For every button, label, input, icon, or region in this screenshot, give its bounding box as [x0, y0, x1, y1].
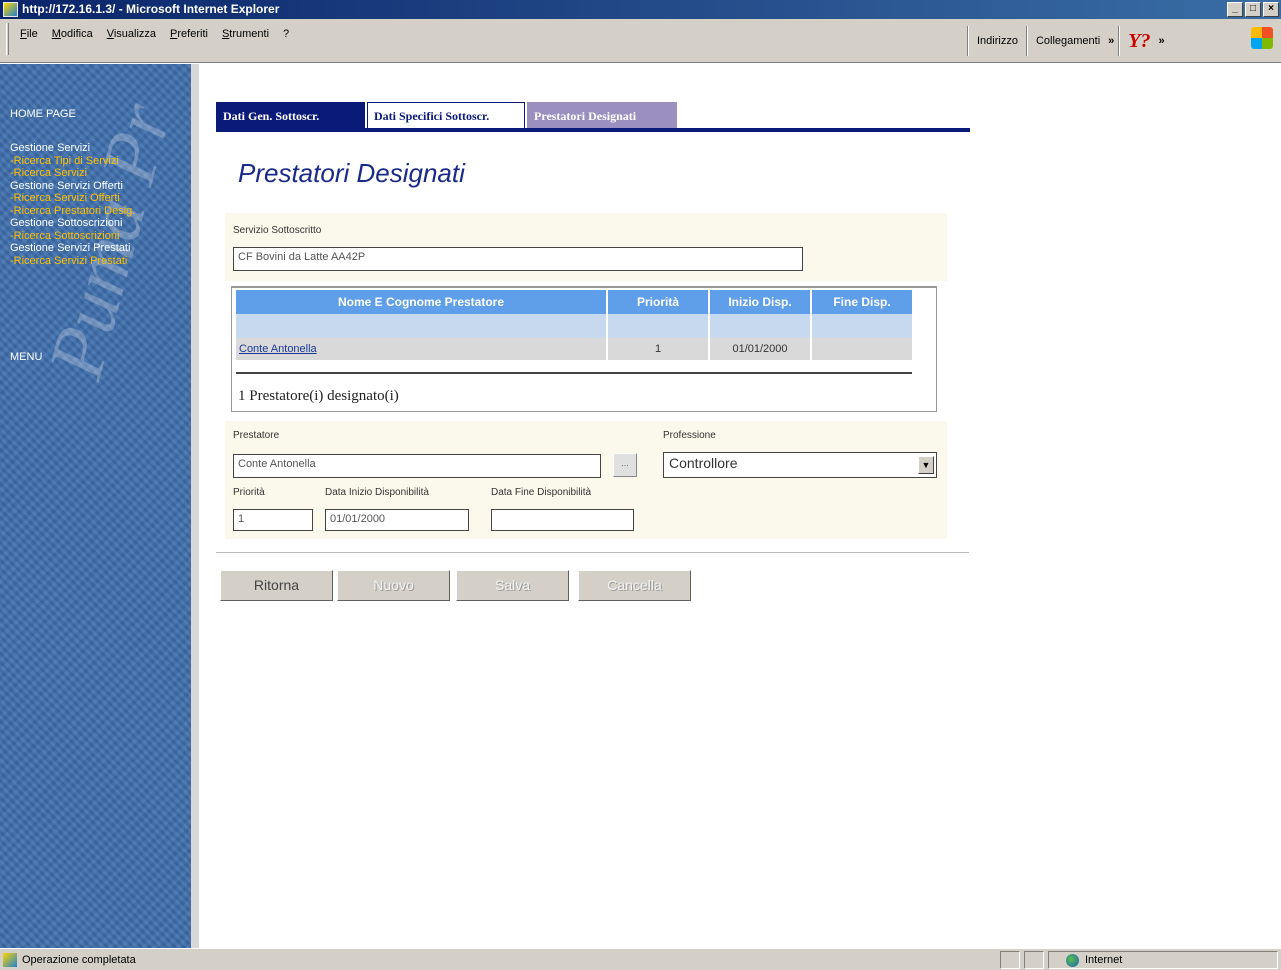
toolbar-separator — [1025, 26, 1028, 56]
links-chevron-icon[interactable]: » — [1108, 35, 1114, 47]
priorita-label: Priorità — [233, 487, 265, 498]
salva-button[interactable]: Salva — [456, 570, 569, 601]
data-fine-label: Data Fine Disponibilità — [491, 487, 592, 498]
prestatori-table: Nome E Cognome Prestatore Priorità Inizi… — [234, 290, 914, 360]
links-toolbar-label[interactable]: Collegamenti — [1032, 35, 1104, 47]
sidebar-item-ricerca-sottoscrizioni[interactable]: -Ricerca Sottoscrizioni — [10, 230, 135, 243]
prestatore-label: Prestatore — [233, 430, 280, 441]
tab-dati-specifici-sottoscr[interactable]: Dati Specifici Sottoscr. — [367, 102, 525, 128]
sidebar-item-ricerca-servizi[interactable]: -Ricerca Servizi — [10, 167, 135, 180]
internet-zone-icon — [1066, 954, 1079, 967]
prestatore-form-panel: Prestatore Conte Antonella ... Professio… — [225, 421, 947, 539]
servizio-panel: Servizio Sottoscritto CF Bovini da Latte… — [225, 213, 947, 281]
status-zone-cell — [1048, 951, 1278, 969]
maximize-button[interactable]: □ — [1245, 2, 1261, 17]
address-toolbar-label[interactable]: Indirizzo — [973, 35, 1022, 47]
data-fine-field[interactable] — [491, 509, 634, 531]
sidebar-item-ricerca-servizi-offerti[interactable]: -Ricerca Servizi Offerti — [10, 192, 135, 205]
data-inizio-label: Data Inizio Disponibilità — [325, 487, 429, 498]
prestatori-count: 1 Prestatore(i) designato(i) — [238, 388, 399, 404]
close-button[interactable]: × — [1263, 2, 1279, 17]
prestatore-field[interactable]: Conte Antonella — [233, 454, 601, 478]
priorita-field[interactable]: 1 — [233, 509, 313, 531]
page-title: Prestatori Designati — [238, 158, 465, 188]
ritorna-button[interactable]: Ritorna — [220, 570, 333, 601]
status-text: Operazione completata — [22, 954, 136, 966]
menu-modifica[interactable]: Modifica — [52, 28, 93, 40]
menu-preferiti[interactable]: Preferiti — [170, 28, 208, 40]
menu-bar: File Modifica Visualizza Preferiti Strum… — [0, 19, 1281, 63]
form-separator — [216, 552, 969, 554]
sidebar-menu-link[interactable]: MENU — [10, 351, 42, 363]
toolbar-separator — [967, 26, 969, 56]
menu-grip — [6, 23, 9, 55]
table-cell — [236, 314, 606, 338]
page-status-icon — [3, 953, 17, 967]
tab-prestatori-designati[interactable]: Prestatori Designati — [527, 102, 677, 128]
servizio-label: Servizio Sottoscritto — [233, 225, 322, 236]
professione-label: Professione — [663, 430, 716, 441]
toolbar-separator — [1118, 26, 1121, 56]
nuovo-button[interactable]: Nuovo — [337, 570, 450, 601]
yahoo-icon[interactable]: Y? — [1124, 30, 1154, 53]
yahoo-chevron-icon[interactable]: » — [1159, 35, 1165, 47]
sidebar-nav: Gestione Servizi -Ricerca Tipi di Serviz… — [10, 142, 135, 267]
prestatore-link[interactable]: Conte Antonella — [236, 343, 317, 355]
table-cell-nome: Conte Antonella — [236, 338, 606, 360]
servizio-field[interactable]: CF Bovini da Latte AA42P — [233, 247, 803, 271]
table-bottom-rule — [236, 372, 912, 374]
status-cell — [1024, 951, 1044, 969]
sidebar-item-ricerca-tipi-servizi[interactable]: -Ricerca Tipi di Servizi — [10, 155, 135, 168]
table-cell — [608, 314, 708, 338]
column-header-inizio[interactable]: Inizio Disp. — [710, 290, 810, 314]
table-cell-fine — [812, 338, 912, 360]
column-header-nome[interactable]: Nome E Cognome Prestatore — [236, 290, 606, 314]
sidebar-item-ricerca-prestatori-desig[interactable]: -Ricerca Prestatori Desig. — [10, 205, 135, 218]
table-filter-row — [236, 314, 912, 338]
table-cell — [710, 314, 810, 338]
table-cell-inizio: 01/01/2000 — [710, 338, 810, 360]
data-inizio-field[interactable]: 01/01/2000 — [325, 509, 469, 531]
table-cell-priorita: 1 — [608, 338, 708, 360]
minimize-button[interactable]: _ — [1227, 2, 1243, 17]
tab-dati-gen-sottoscr[interactable]: Dati Gen. Sottoscr. — [216, 102, 365, 128]
table-cell — [812, 314, 912, 338]
status-cell — [1000, 951, 1020, 969]
column-header-priorita[interactable]: Priorità — [608, 290, 708, 314]
prestatore-lookup-button[interactable]: ... — [613, 453, 637, 477]
menu-file[interactable]: File — [20, 28, 38, 40]
ie-icon — [3, 2, 18, 17]
column-header-fine[interactable]: Fine Disp. — [812, 290, 912, 314]
window-title: http://172.16.1.3/ - Microsoft Internet … — [22, 2, 280, 16]
sidebar-section-gestione-sottoscrizioni[interactable]: Gestione Sottoscrizioni — [10, 217, 135, 230]
sidebar: Puma Pr HOME PAGE Gestione Servizi -Rice… — [0, 64, 199, 948]
windows-logo-icon — [1251, 27, 1273, 49]
status-bar: Operazione completata Internet — [0, 948, 1281, 970]
toolbar-right: Indirizzo Collegamenti » Y? » — [967, 23, 1165, 59]
sidebar-section-gestione-servizi-offerti[interactable]: Gestione Servizi Offerti — [10, 180, 135, 193]
tab-underline — [216, 128, 970, 132]
menu-strumenti[interactable]: Strumenti — [222, 28, 269, 40]
sidebar-item-ricerca-servizi-prestati[interactable]: -Ricerca Servizi Prestati — [10, 255, 135, 268]
menu-help[interactable]: ? — [283, 28, 289, 40]
window-title-bar: http://172.16.1.3/ - Microsoft Internet … — [0, 0, 1281, 19]
prestatori-table-box: Nome E Cognome Prestatore Priorità Inizi… — [231, 286, 937, 412]
menu-visualizza[interactable]: Visualizza — [107, 28, 156, 40]
dropdown-arrow-icon[interactable]: ▼ — [918, 456, 934, 474]
status-zone-text: Internet — [1085, 954, 1123, 966]
menu-items: File Modifica Visualizza Preferiti Strum… — [20, 28, 289, 40]
window-controls: _ □ × — [1227, 2, 1279, 17]
cancella-button[interactable]: Cancella — [578, 570, 691, 601]
sidebar-section-gestione-servizi[interactable]: Gestione Servizi — [10, 142, 135, 155]
sidebar-home-link[interactable]: HOME PAGE — [10, 108, 76, 120]
sidebar-section-gestione-servizi-prestati[interactable]: Gestione Servizi Prestati — [10, 242, 135, 255]
professione-select[interactable]: Controllore ▼ — [663, 452, 937, 478]
professione-selected-value: Controllore — [669, 455, 738, 471]
table-row[interactable]: Conte Antonella 1 01/01/2000 — [236, 338, 912, 360]
tab-bar: Dati Gen. Sottoscr. Dati Specifici Sotto… — [216, 102, 679, 128]
